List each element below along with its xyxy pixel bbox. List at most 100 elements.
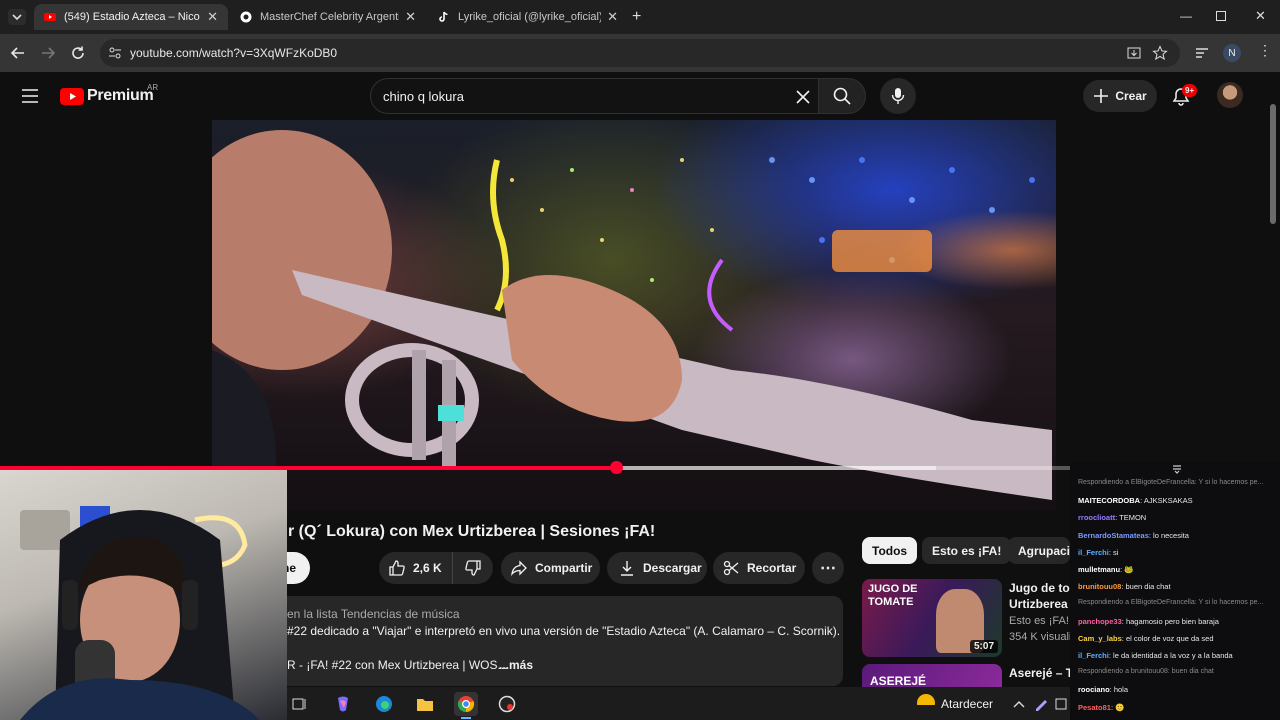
chat-username: roociano bbox=[1078, 685, 1110, 695]
address-bar[interactable]: youtube.com/watch?v=3XqWFzKoDB0 bbox=[100, 39, 1180, 67]
close-icon[interactable]: ✕ bbox=[405, 9, 416, 25]
tab-title: (549) Estadio Azteca – Nico Sat bbox=[64, 11, 201, 23]
browser-toolbar: youtube.com/watch?v=3XqWFzKoDB0 N ⋮ bbox=[0, 34, 1280, 72]
microphone-icon bbox=[891, 88, 905, 104]
chevron-down-icon bbox=[12, 14, 22, 21]
tab-1[interactable]: MasterChef Celebrity Argentina ✕ bbox=[230, 4, 426, 30]
account-avatar[interactable] bbox=[1217, 82, 1243, 108]
reload-icon[interactable] bbox=[70, 45, 86, 61]
chat-message: BernardoStamateas: lo necesita bbox=[1078, 530, 1189, 540]
like-button[interactable]: 2,6 K bbox=[379, 552, 453, 584]
description-box[interactable]: en la lista Tendencias de música #22 ded… bbox=[287, 596, 843, 686]
clear-search-icon[interactable] bbox=[795, 89, 811, 105]
recommendation-thumbnail-2[interactable]: ASEREJÉ bbox=[862, 664, 1002, 687]
chat-text: buen dia chat bbox=[1125, 582, 1171, 592]
description-trending: en la lista Tendencias de música bbox=[287, 607, 460, 621]
minimize-button[interactable]: — bbox=[1180, 9, 1192, 23]
video-duration: 5:07 bbox=[969, 640, 998, 653]
notification-badge: 9+ bbox=[1182, 84, 1198, 97]
install-app-icon[interactable] bbox=[1126, 45, 1142, 61]
recommendation-thumbnail[interactable]: JUGO DE TOMATE 5:07 bbox=[862, 579, 1002, 657]
back-arrow-icon[interactable] bbox=[10, 45, 26, 61]
show-more-link[interactable]: ...más bbox=[499, 658, 533, 672]
recommendation-channel[interactable]: Esto es ¡FA! bbox=[1009, 615, 1071, 627]
maximize-button[interactable] bbox=[1216, 11, 1226, 21]
kebab-menu-icon[interactable]: ⋮ bbox=[1258, 42, 1272, 59]
tab-search-button[interactable] bbox=[8, 9, 26, 25]
youtube-play-icon bbox=[60, 87, 84, 105]
chip-esto-es-fa[interactable]: Esto es ¡FA! bbox=[922, 537, 1012, 564]
bookmark-star-icon[interactable] bbox=[1152, 45, 1168, 61]
download-button[interactable]: Descargar bbox=[607, 552, 707, 584]
chat-message: il_Ferchi: le da identidad a la voz y a … bbox=[1078, 651, 1233, 660]
chat-message: panchope33: hagamosio pero bien baraja bbox=[1078, 616, 1219, 626]
copilot-icon[interactable] bbox=[331, 692, 355, 716]
window-close-button[interactable]: ✕ bbox=[1255, 8, 1266, 24]
recommendation-title-line2[interactable]: Urtizberea | bbox=[1009, 596, 1071, 612]
pen-tray-icon[interactable] bbox=[1033, 696, 1049, 712]
dislike-button[interactable] bbox=[453, 552, 493, 584]
forward-arrow-icon[interactable] bbox=[40, 45, 56, 61]
tab-0[interactable]: (549) Estadio Azteca – Nico Sat ✕ bbox=[34, 4, 228, 30]
weather-label[interactable]: Atardecer bbox=[941, 697, 993, 711]
chat-username: mulletmanu bbox=[1078, 565, 1121, 574]
active-app-indicator bbox=[461, 717, 471, 719]
search-button[interactable] bbox=[818, 78, 866, 114]
close-icon[interactable]: ✕ bbox=[207, 9, 218, 25]
chip-todos[interactable]: Todos bbox=[862, 537, 918, 564]
youtube-logo[interactable]: Premium bbox=[60, 87, 154, 105]
windows-taskbar: Atardecer bbox=[287, 687, 1070, 720]
video-player[interactable] bbox=[212, 120, 1056, 510]
chat-username: panchope33 bbox=[1078, 616, 1122, 626]
chat-pin-icon bbox=[1173, 465, 1181, 474]
clip-button[interactable]: Recortar bbox=[713, 552, 805, 584]
voice-search-button[interactable] bbox=[880, 78, 916, 114]
search-box[interactable]: chino q lokura bbox=[370, 78, 830, 114]
recommendation-title-2[interactable]: Aserejé – T bbox=[1009, 665, 1071, 681]
chat-message: brunitouu08: buen dia chat bbox=[1078, 582, 1171, 592]
task-view-icon[interactable] bbox=[287, 692, 311, 716]
share-button[interactable]: Compartir bbox=[501, 552, 600, 584]
new-tab-button[interactable]: + bbox=[632, 8, 641, 26]
recommendation-title[interactable]: Jugo de tom bbox=[1009, 580, 1071, 596]
thumbnail-text-2: TOMATE bbox=[868, 596, 914, 608]
edge-browser-icon[interactable] bbox=[372, 692, 396, 716]
search-input[interactable]: chino q lokura bbox=[383, 89, 464, 104]
description-text: #22 dedicado a "Viajar" e interpretó en … bbox=[287, 624, 841, 638]
video-frame bbox=[212, 130, 1052, 510]
share-arrow-icon bbox=[511, 560, 527, 576]
chat-username: Cam_y_labs bbox=[1078, 633, 1122, 643]
chat-username: rrooclioatt bbox=[1078, 513, 1116, 523]
obs-icon[interactable] bbox=[495, 692, 519, 716]
chat-username: Pesato81 bbox=[1078, 702, 1111, 712]
webcam-overlay bbox=[0, 470, 287, 720]
download-label: Descargar bbox=[643, 561, 702, 575]
chat-username: MAITECORDOBA bbox=[1078, 496, 1141, 506]
tab-2[interactable]: Lyrike_oficial (@lyrike_oficial) | T ✕ bbox=[428, 4, 628, 30]
recommendation-views: 354 K visualiz bbox=[1009, 631, 1071, 643]
chip-agrupacion[interactable]: Agrupación bbox=[1008, 537, 1070, 564]
chat-text: si bbox=[1113, 547, 1119, 557]
site-settings-icon[interactable] bbox=[108, 46, 122, 60]
create-button[interactable]: Crear bbox=[1083, 80, 1157, 112]
chat-reply-context: Respondiendo a ElBigoteDeFrancella: Y si… bbox=[1078, 599, 1264, 607]
reading-list-icon[interactable] bbox=[1194, 45, 1210, 61]
chrome-icon[interactable] bbox=[454, 692, 478, 716]
tray-app-icon[interactable] bbox=[1055, 697, 1069, 711]
thumbs-up-icon bbox=[389, 560, 405, 576]
page-scrollbar-thumb[interactable] bbox=[1270, 104, 1276, 224]
hamburger-menu-icon[interactable] bbox=[21, 88, 39, 104]
file-explorer-icon[interactable] bbox=[413, 692, 437, 716]
profile-avatar[interactable]: N bbox=[1223, 44, 1241, 62]
youtube-icon bbox=[44, 13, 56, 21]
chat-text: le da identidad a la voz y a la banda bbox=[1113, 651, 1233, 660]
more-actions-button[interactable]: ⋯ bbox=[812, 552, 844, 584]
chat-reply-context: Respondiendo a ElBigoteDeFrancella: Y si… bbox=[1078, 479, 1264, 486]
close-icon[interactable]: ✕ bbox=[607, 9, 618, 25]
sun-weather-icon[interactable] bbox=[915, 692, 937, 714]
tab-title: Lyrike_oficial (@lyrike_oficial) | T bbox=[458, 11, 602, 23]
chat-message: Cam_y_labs: el color de voz que da sed bbox=[1078, 633, 1214, 643]
chat-text: TEMON bbox=[1119, 513, 1147, 523]
scissors-icon bbox=[723, 560, 739, 576]
chevron-up-icon[interactable] bbox=[1013, 699, 1025, 709]
